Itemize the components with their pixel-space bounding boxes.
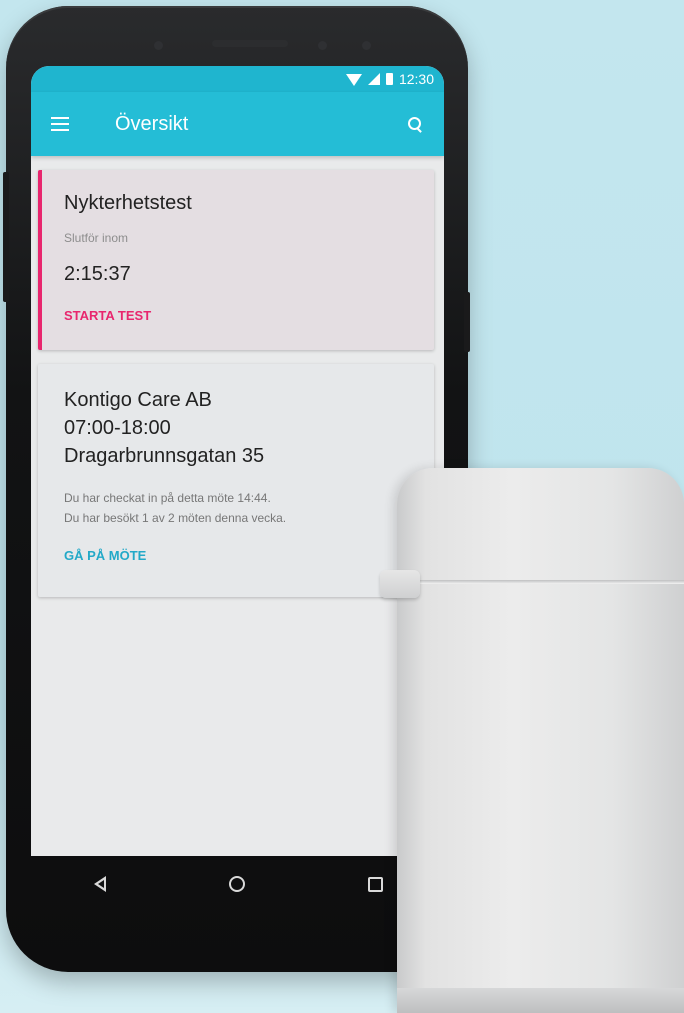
test-card-title: Nykterhetstest [64, 192, 192, 214]
battery-icon [385, 73, 393, 85]
power-button [464, 292, 470, 352]
test-countdown-timer: 2:15:37 [64, 263, 131, 285]
start-test-button[interactable]: STARTA TEST [64, 308, 434, 323]
signal-icon [367, 73, 380, 85]
nav-back-button[interactable] [80, 864, 120, 904]
phone-screen: 12:30 Översikt Nykterhetstest Slutför in… [31, 66, 444, 856]
home-icon [229, 876, 246, 892]
device-clip [380, 570, 420, 598]
app-bar: Översikt [31, 92, 444, 156]
front-camera [362, 41, 371, 50]
meeting-hours: 07:00-18:00 [64, 417, 171, 439]
device-base [397, 988, 684, 1013]
meeting-card: Kontigo Care AB 07:00-18:00 Dragarbrunns… [38, 364, 434, 597]
breathalyzer-device [397, 468, 684, 1013]
visits-text: Du har besökt 1 av 2 möten denna vecka. [64, 511, 287, 525]
camera-dot [154, 41, 163, 50]
test-card-subtitle: Slutför inom [64, 231, 129, 245]
nav-home-button[interactable] [217, 864, 257, 904]
earpiece-speaker [212, 40, 288, 47]
go-to-meeting-button[interactable]: GÅ PÅ MÖTE [64, 548, 434, 563]
scene: 12:30 Översikt Nykterhetstest Slutför in… [0, 0, 684, 1013]
meeting-name: Kontigo Care AB [64, 389, 212, 411]
volume-button [3, 172, 9, 302]
device-seam [397, 580, 684, 584]
nav-recents-button[interactable] [355, 864, 395, 904]
wifi-icon [345, 74, 362, 86]
recents-icon [367, 876, 383, 892]
page-title: Översikt [115, 112, 189, 135]
back-icon [93, 876, 106, 892]
overview-content: Nykterhetstest Slutför inom 2:15:37 STAR… [31, 156, 444, 597]
sensor-dot [318, 41, 327, 50]
status-time: 12:30 [398, 71, 434, 87]
android-nav-bar [31, 856, 444, 912]
menu-icon[interactable] [51, 113, 69, 135]
sobriety-test-card: Nykterhetstest Slutför inom 2:15:37 STAR… [38, 170, 434, 350]
search-icon[interactable] [408, 117, 422, 131]
checkin-text: Du har checkat in på detta möte 14:44. [64, 491, 271, 505]
status-bar: 12:30 [31, 66, 444, 92]
meeting-address: Dragarbrunnsgatan 35 [64, 445, 265, 467]
